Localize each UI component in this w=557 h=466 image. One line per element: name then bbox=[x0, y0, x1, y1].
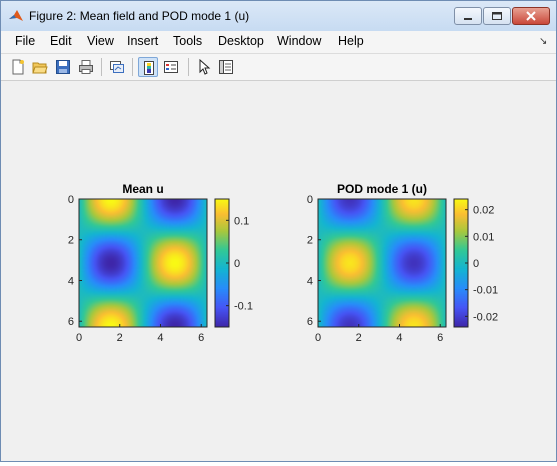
plot-title: POD mode 1 (u) bbox=[337, 182, 427, 196]
select-arrow-icon bbox=[199, 59, 211, 75]
toolbar-separator bbox=[188, 58, 189, 76]
close-button[interactable] bbox=[512, 7, 550, 25]
window-title: Figure 2: Mean field and POD mode 1 (u) bbox=[29, 9, 250, 23]
x-tick-label: 4 bbox=[157, 332, 163, 344]
menu-view[interactable]: View bbox=[87, 34, 114, 48]
link-plot-icon bbox=[110, 61, 124, 73]
property-inspector-icon bbox=[219, 60, 233, 74]
maximize-button[interactable] bbox=[483, 7, 511, 25]
figure-window: Figure 2: Mean field and POD mode 1 (u) … bbox=[0, 0, 557, 462]
subplots: Mean u 0 2 4 60246 0.10-0.1 POD mode 1 (u) … bbox=[68, 182, 498, 344]
maximize-icon bbox=[492, 12, 502, 20]
y-tick-label: 6 bbox=[307, 316, 313, 328]
heatmap-image bbox=[79, 199, 207, 327]
colorbar-tick-label: 0.1 bbox=[234, 215, 249, 227]
save-icon bbox=[56, 60, 70, 74]
minimize-button[interactable] bbox=[454, 7, 482, 25]
colorbar-tick-label: 0.01 bbox=[473, 231, 494, 243]
menu-help[interactable]: Help bbox=[338, 34, 364, 48]
menu-edit[interactable]: Edit bbox=[50, 34, 72, 48]
x-tick-label: 2 bbox=[117, 332, 123, 344]
colorbar-tick-label: 0.02 bbox=[473, 205, 494, 217]
x-tick-label: 0 bbox=[76, 332, 82, 344]
menu-dock-arrow-icon[interactable]: ↘ bbox=[539, 36, 547, 47]
x-tick-label: 2 bbox=[356, 332, 362, 344]
subplot-pod-mode-1[interactable]: POD mode 1 (u) 0 2 4 60246 0.020.010-0.01-0… bbox=[307, 182, 498, 344]
colorbar-tick-label: -0.02 bbox=[473, 311, 498, 323]
figure-canvas: Mean u 02460246 0.1 0 -0.1 POD mode 1 (u) … bbox=[1, 81, 556, 461]
toolbar-separator bbox=[101, 58, 102, 76]
subplot-mean-u[interactable]: Mean u 0 2 4 60246 0.10-0.1 bbox=[68, 182, 253, 344]
matlab-logo-icon bbox=[9, 10, 23, 21]
menu-file[interactable]: File bbox=[15, 34, 35, 48]
y-tick-label: 0 bbox=[68, 194, 74, 206]
minimize-icon bbox=[464, 18, 472, 20]
save-button[interactable] bbox=[53, 57, 73, 77]
heatmap-image bbox=[318, 199, 446, 327]
select-arrow-button[interactable] bbox=[194, 57, 214, 77]
y-tick-label: 4 bbox=[307, 275, 313, 287]
open-file-icon bbox=[32, 62, 48, 74]
x-tick-label: 0 bbox=[315, 332, 321, 344]
legend-icon bbox=[164, 61, 178, 73]
colorbar-tick-label: -0.01 bbox=[473, 285, 498, 297]
x-tick-label: 6 bbox=[437, 332, 443, 344]
x-tick-label: 4 bbox=[396, 332, 402, 344]
open-file-button[interactable] bbox=[30, 57, 50, 77]
print-button[interactable] bbox=[76, 57, 96, 77]
colorbar-tick-label: 0 bbox=[473, 258, 479, 270]
colorbar-toggle-button[interactable] bbox=[138, 57, 158, 77]
toolbar-separator bbox=[132, 58, 133, 76]
colorbar-tick-label: -0.1 bbox=[234, 301, 253, 313]
link-plot-button[interactable] bbox=[107, 57, 127, 77]
y-tick-label: 4 bbox=[68, 275, 74, 287]
y-tick-label: 2 bbox=[307, 235, 313, 247]
colorbar-tick-label: 0 bbox=[234, 258, 240, 270]
y-tick-label: 6 bbox=[68, 316, 74, 328]
new-figure-icon bbox=[12, 59, 24, 75]
property-inspector-button[interactable] bbox=[216, 57, 236, 77]
title-bar[interactable]: Figure 2: Mean field and POD mode 1 (u) bbox=[1, 1, 556, 31]
menu-insert[interactable]: Insert bbox=[127, 34, 158, 48]
print-icon bbox=[79, 60, 93, 74]
plot-title: Mean u bbox=[122, 182, 163, 196]
menu-tools[interactable]: Tools bbox=[173, 34, 202, 48]
new-figure-button[interactable] bbox=[8, 57, 28, 77]
x-tick-label: 6 bbox=[198, 332, 204, 344]
close-icon bbox=[526, 11, 536, 21]
colorbar-icon bbox=[144, 61, 154, 75]
y-tick-label: 2 bbox=[68, 235, 74, 247]
y-tick-label: 0 bbox=[307, 194, 313, 206]
figure-toolbar bbox=[1, 54, 556, 81]
menu-bar: File Edit View Insert Tools Desktop Wind… bbox=[1, 31, 556, 54]
legend-button[interactable] bbox=[161, 57, 181, 77]
menu-window[interactable]: Window bbox=[277, 34, 321, 48]
menu-desktop[interactable]: Desktop bbox=[218, 34, 264, 48]
